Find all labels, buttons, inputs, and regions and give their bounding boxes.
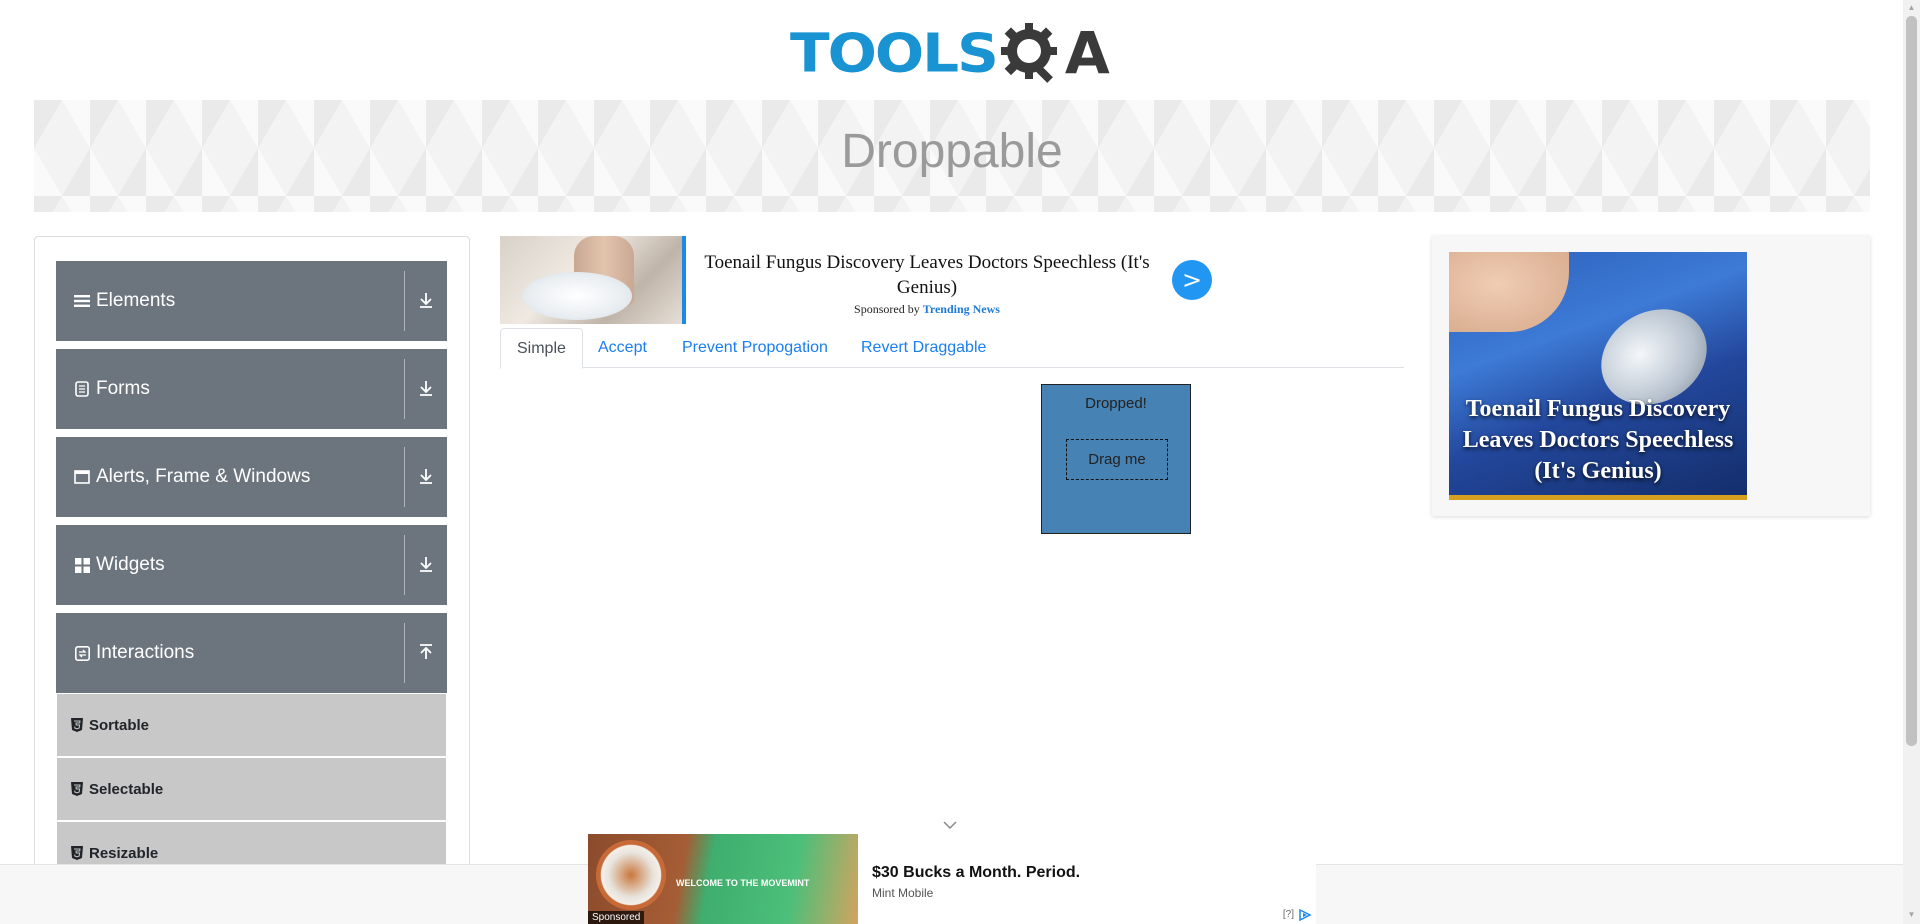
ad-image[interactable]: WELCOME TO THE MOVEMINT Sponsored — [588, 834, 858, 924]
ad-headline[interactable]: Toenail Fungus Discovery Leaves Doctors … — [700, 250, 1154, 300]
sidebar-group-forms[interactable]: Forms — [56, 349, 447, 429]
right-advertisement[interactable]: Toenail Fungus Discovery Leaves Doctors … — [1432, 236, 1870, 516]
drop-status-text: Dropped! — [1085, 395, 1147, 412]
adchoices-icon[interactable] — [1298, 908, 1312, 922]
page: TOOLS A Droppable Elements Forms Alerts,… — [0, 0, 1920, 924]
interactions-icon — [74, 645, 90, 661]
ad-advertiser: Mint Mobile — [872, 886, 934, 900]
sidebar-group-widgets[interactable]: Widgets — [56, 525, 447, 605]
ad-image[interactable]: Toenail Fungus Discovery Leaves Doctors … — [1449, 252, 1747, 500]
divider — [404, 359, 405, 419]
page-banner: Droppable — [34, 100, 1870, 212]
sidebar-item-selectable[interactable]: Selectable — [57, 758, 446, 820]
window-icon — [74, 469, 90, 485]
bottom-advertisement[interactable]: WELCOME TO THE MOVEMINT Sponsored $30 Bu… — [588, 834, 1316, 924]
ad-sponsor-line: Sponsored by Trending News — [700, 302, 1154, 317]
tab-revert-draggable[interactable]: Revert Draggable — [845, 328, 1002, 368]
scroll-up-arrow-icon[interactable]: ▲ — [1907, 3, 1916, 12]
tab-prevent-propogation[interactable]: Prevent Propogation — [666, 328, 844, 368]
sidebar-group-elements[interactable]: Elements — [56, 261, 447, 341]
ad-sponsored-by: Sponsored by — [854, 302, 920, 316]
html5-icon — [71, 718, 83, 732]
toolsqa-logo[interactable]: TOOLS A — [790, 14, 1110, 92]
upload-arrow-icon[interactable] — [415, 641, 437, 663]
ad-image-text: Toenail Fungus Discovery Leaves Doctors … — [1462, 396, 1734, 484]
sidebar-group-label: Forms — [96, 378, 150, 399]
sidebar-group-label: Alerts, Frame & Windows — [96, 466, 311, 487]
download-arrow-icon[interactable] — [415, 553, 437, 575]
ad-image — [500, 236, 686, 324]
sidebar-item-label: Resizable — [89, 844, 159, 862]
download-arrow-icon[interactable] — [415, 289, 437, 311]
chevron-down-icon[interactable] — [941, 818, 959, 830]
logo-text-tools: TOOLS — [790, 21, 999, 85]
html5-icon — [71, 846, 83, 860]
divider — [404, 271, 405, 331]
html5-icon — [71, 782, 83, 796]
widgets-icon — [74, 557, 90, 573]
sidebar-item-label: Selectable — [89, 780, 164, 798]
sidebar-group-label: Widgets — [96, 554, 165, 575]
ad-headline[interactable]: $30 Bucks a Month. Period. — [872, 864, 1080, 882]
hamburger-icon — [74, 293, 90, 309]
divider — [404, 535, 405, 595]
tab-accept[interactable]: Accept — [582, 328, 663, 368]
left-sidebar: Elements Forms Alerts, Frame & Windows W… — [34, 236, 470, 924]
sidebar-item-sortable[interactable]: Sortable — [57, 694, 446, 756]
vertical-scrollbar[interactable]: ▲ ▼ — [1903, 0, 1920, 924]
divider — [404, 623, 405, 683]
ad-sponsored-label: Sponsored — [588, 911, 645, 924]
tab-simple[interactable]: Simple — [500, 328, 583, 369]
scroll-down-arrow-icon[interactable]: ▼ — [1907, 910, 1916, 919]
sidebar-group-label: Interactions — [96, 642, 195, 663]
download-arrow-icon[interactable] — [415, 465, 437, 487]
gear-magnifier-icon — [999, 21, 1063, 85]
draggable-label: Drag me — [1088, 451, 1146, 468]
ad-sponsor-name[interactable]: Trending News — [923, 302, 1000, 316]
droppable-tabs: Simple Accept Prevent Propogation Revert… — [500, 328, 1404, 369]
sidebar-group-interactions[interactable]: Interactions — [56, 613, 447, 693]
draggable-box[interactable]: Drag me — [1066, 439, 1168, 480]
top-advertisement[interactable]: Toenail Fungus Discovery Leaves Doctors … — [500, 236, 1225, 324]
sidebar-group-alerts[interactable]: Alerts, Frame & Windows — [56, 437, 447, 517]
sidebar-item-label: Sortable — [89, 716, 150, 734]
download-arrow-icon[interactable] — [415, 377, 437, 399]
scrollbar-thumb[interactable] — [1906, 16, 1917, 746]
droppable-target[interactable]: Dropped! Drag me — [1041, 384, 1191, 534]
divider — [404, 447, 405, 507]
logo-text-qa: A — [1064, 19, 1110, 87]
page-title: Droppable — [841, 125, 1063, 178]
ad-info-link[interactable]: [?] — [1283, 909, 1294, 920]
ad-next-button[interactable]: > — [1172, 260, 1212, 300]
form-icon — [74, 381, 90, 397]
ad-image-text: WELCOME TO THE MOVEMINT — [676, 878, 810, 888]
sidebar-group-label: Elements — [96, 290, 176, 311]
